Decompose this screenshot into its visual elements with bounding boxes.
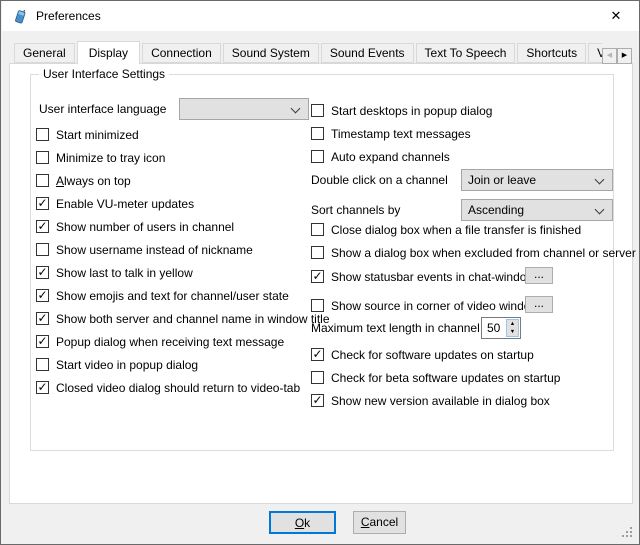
check-statusbar-events[interactable]: Show statusbar events in chat-window: [311, 269, 535, 284]
checkbox[interactable]: [36, 220, 49, 233]
check-desktops-popup[interactable]: Start desktops in popup dialog: [311, 103, 492, 118]
tab-scroll-left-icon[interactable]: ◀: [602, 48, 617, 64]
double-click-select[interactable]: Join or leave: [461, 169, 613, 191]
user-interface-settings-group: User Interface Settings User interface l…: [30, 74, 614, 451]
app-icon: [12, 8, 28, 24]
checkbox[interactable]: [311, 223, 324, 236]
spin-down-icon[interactable]: ▼: [507, 328, 518, 336]
check-start-minimized[interactable]: Start minimized: [36, 127, 139, 142]
tab-sound-system[interactable]: Sound System: [223, 43, 319, 63]
check-vu-meter-updates[interactable]: Enable VU-meter updates: [36, 196, 194, 211]
checkbox[interactable]: [36, 243, 49, 256]
checkbox[interactable]: [311, 150, 324, 163]
tab-general[interactable]: General: [14, 43, 75, 63]
checkbox[interactable]: [311, 394, 324, 407]
check-video-source-corner[interactable]: Show source in corner of video window: [311, 298, 539, 313]
language-select[interactable]: [179, 98, 309, 120]
tab-connection[interactable]: Connection: [142, 43, 221, 63]
group-title: User Interface Settings: [39, 67, 169, 81]
checkbox[interactable]: [36, 358, 49, 371]
check-excluded-dialog[interactable]: Show a dialog box when excluded from cha…: [311, 245, 636, 260]
checkbox[interactable]: [36, 289, 49, 302]
tab-sound-events[interactable]: Sound Events: [321, 43, 414, 63]
checkbox[interactable]: [311, 246, 324, 259]
sort-channels-select[interactable]: Ascending: [461, 199, 613, 221]
check-video-popup[interactable]: Start video in popup dialog: [36, 357, 198, 372]
spin-up-icon[interactable]: ▲: [507, 320, 518, 328]
checkbox[interactable]: [311, 104, 324, 117]
check-last-to-talk[interactable]: Show last to talk in yellow: [36, 265, 193, 280]
double-click-label: Double click on a channel: [311, 169, 448, 191]
ok-button[interactable]: Ok: [269, 511, 336, 534]
display-tab-page: User Interface Settings User interface l…: [9, 63, 633, 504]
check-server-channel-title[interactable]: Show both server and channel name in win…: [36, 311, 330, 326]
title-bar[interactable]: Preferences ✕: [2, 1, 640, 31]
resize-grip[interactable]: [620, 525, 632, 537]
tab-scroll-right-icon[interactable]: ▶: [617, 48, 632, 64]
checkbox[interactable]: [311, 348, 324, 361]
chevron-down-icon: [595, 205, 605, 215]
checkbox[interactable]: [36, 312, 49, 325]
checkbox[interactable]: [36, 174, 49, 187]
checkbox[interactable]: [36, 381, 49, 394]
check-closed-video-return[interactable]: Closed video dialog should return to vid…: [36, 380, 300, 395]
spinner-buttons[interactable]: ▲ ▼: [506, 319, 519, 337]
check-always-on-top[interactable]: Always on top: [36, 173, 131, 188]
check-timestamp-messages[interactable]: Timestamp text messages: [311, 126, 471, 141]
sort-channels-label: Sort channels by: [311, 199, 400, 221]
close-icon[interactable]: ✕: [594, 1, 638, 31]
checkbox[interactable]: [36, 197, 49, 210]
check-show-user-count[interactable]: Show number of users in channel: [36, 219, 234, 234]
tab-display[interactable]: Display: [77, 41, 140, 64]
checkbox[interactable]: [36, 151, 49, 164]
language-label: User interface language: [39, 98, 166, 120]
max-text-length-label: Maximum text length in channel list: [311, 317, 498, 339]
checkbox[interactable]: [36, 128, 49, 141]
check-show-emojis[interactable]: Show emojis and text for channel/user st…: [36, 288, 289, 303]
check-new-version-dialog[interactable]: Show new version available in dialog box: [311, 393, 550, 408]
tab-video[interactable]: Video: [588, 43, 602, 63]
check-close-on-transfer[interactable]: Close dialog box when a file transfer is…: [311, 222, 581, 237]
check-software-updates[interactable]: Check for software updates on startup: [311, 347, 534, 362]
checkbox[interactable]: [311, 127, 324, 140]
preferences-dialog: Preferences ✕ General Display Connection…: [0, 0, 640, 545]
window-title: Preferences: [36, 1, 101, 31]
max-text-length-spinner[interactable]: 50 ▲ ▼: [481, 317, 521, 339]
check-beta-updates[interactable]: Check for beta software updates on start…: [311, 370, 560, 385]
statusbar-events-more-button[interactable]: ...: [525, 267, 553, 284]
cancel-button[interactable]: Cancel: [353, 511, 406, 534]
check-show-username[interactable]: Show username instead of nickname: [36, 242, 253, 257]
tab-shortcuts[interactable]: Shortcuts: [517, 43, 586, 63]
check-minimize-to-tray[interactable]: Minimize to tray icon: [36, 150, 165, 165]
tab-bar: General Display Connection Sound System …: [14, 41, 602, 64]
checkbox[interactable]: [311, 270, 324, 283]
check-auto-expand-channels[interactable]: Auto expand channels: [311, 149, 450, 164]
chevron-down-icon: [291, 104, 301, 114]
checkbox[interactable]: [311, 299, 324, 312]
checkbox[interactable]: [36, 335, 49, 348]
tab-text-to-speech[interactable]: Text To Speech: [416, 43, 516, 63]
checkbox[interactable]: [311, 371, 324, 384]
check-popup-text-message[interactable]: Popup dialog when receiving text message: [36, 334, 284, 349]
chevron-down-icon: [595, 175, 605, 185]
video-source-more-button[interactable]: ...: [525, 296, 553, 313]
checkbox[interactable]: [36, 266, 49, 279]
